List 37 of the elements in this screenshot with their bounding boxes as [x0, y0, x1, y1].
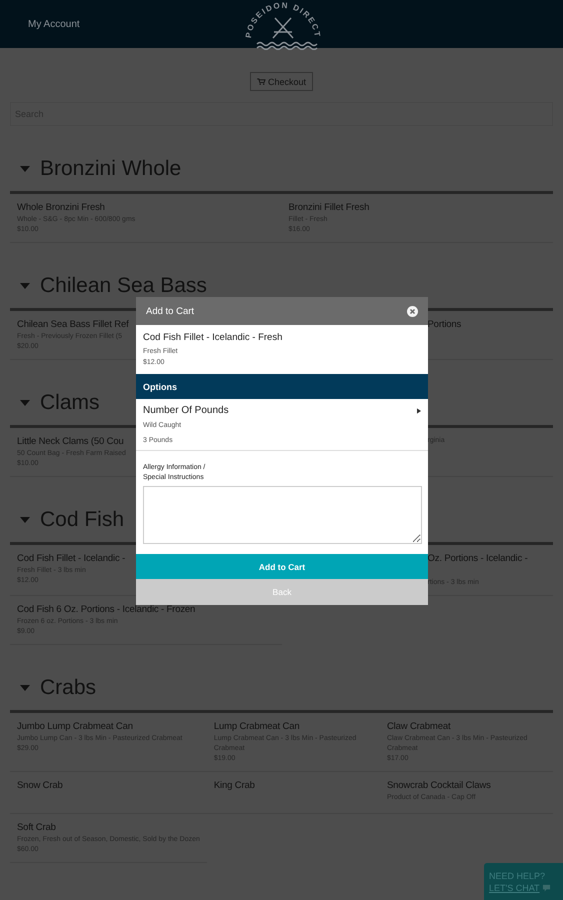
section-heading: Clams [40, 390, 100, 416]
close-icon[interactable] [407, 306, 418, 316]
section-heading: Crabs [40, 675, 96, 701]
my-account-link[interactable]: My Account [28, 18, 80, 30]
product-name[interactable]: Oz. Portions - Icelandic - [428, 553, 528, 564]
add-to-cart-button[interactable]: Add to Cart [136, 554, 428, 579]
product-name: Cod Fish Fillet - Icelandic - Fresh [143, 332, 282, 343]
product-name[interactable]: Bronzini Fillet Fresh [288, 202, 370, 213]
product-name[interactable]: Snow Crab [17, 780, 63, 791]
caret-icon[interactable] [20, 281, 30, 291]
options-heading: Options [143, 382, 177, 392]
checkout-button[interactable]: Checkout [250, 72, 314, 91]
caret-icon[interactable] [20, 683, 30, 693]
caret-icon[interactable] [20, 164, 30, 174]
speech-bubble-icon [542, 884, 551, 892]
dialog-title: Add to Cart [146, 306, 194, 316]
product-name[interactable]: Cod Fish 6 Oz. Portions - Icelandic - Frozen [17, 604, 196, 615]
option-label: Number Of Pounds [143, 405, 229, 416]
product-name[interactable]: Lump Crabmeat Can [214, 721, 300, 732]
section-heading: Chilean Sea Bass [40, 273, 207, 299]
product-name[interactable]: Snowcrab Cocktail Claws [386, 780, 491, 791]
caret-icon[interactable] [20, 515, 30, 525]
chevron-right-icon [417, 408, 421, 414]
product-name[interactable]: Soft Crab [17, 822, 56, 833]
product-name[interactable]: Claw Crabmeat [386, 721, 450, 732]
product-name[interactable]: Little Neck Clams (50 Cou [17, 436, 124, 447]
section-heading: Bronzini Whole [40, 156, 182, 182]
product-name[interactable]: Portions [428, 319, 462, 330]
product-name[interactable]: King Crab [214, 780, 255, 791]
product-name[interactable]: Cod Fish Fillet - Icelandic - [17, 553, 126, 564]
section-heading: Cod Fish [40, 507, 124, 533]
product-name[interactable]: Chilean Sea Bass Fillet Ref [17, 319, 129, 330]
cart-icon [256, 78, 266, 85]
instructions-field[interactable] [143, 486, 422, 544]
caret-icon[interactable] [20, 398, 30, 408]
product-name[interactable]: Jumbo Lump Crabmeat Can [17, 721, 133, 732]
product-name[interactable]: Whole Bronzini Fresh [17, 202, 105, 213]
